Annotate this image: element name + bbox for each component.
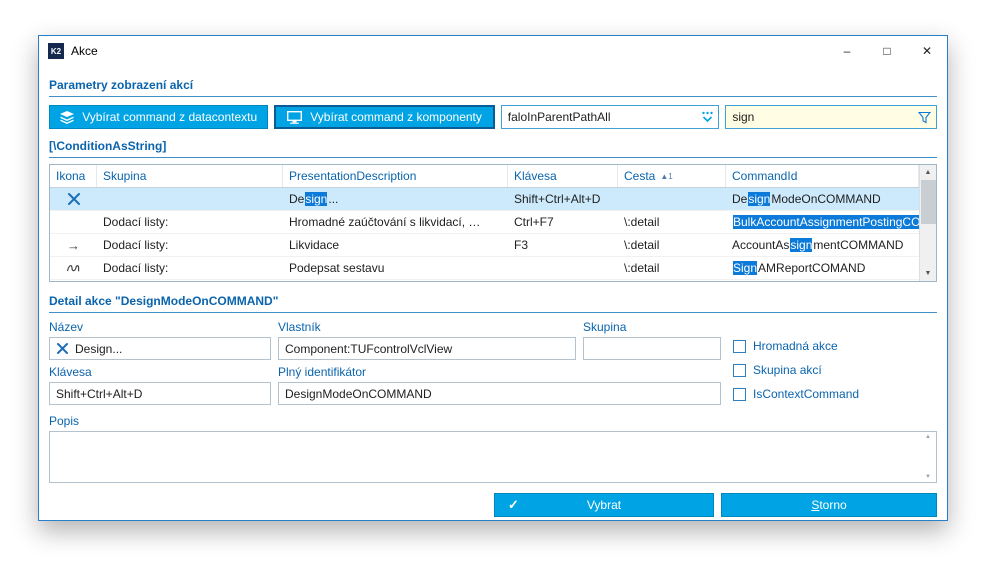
cell-cesta: \:detail bbox=[624, 261, 660, 275]
cell-commandid: De sign ModeOnCOMMAND bbox=[732, 192, 881, 206]
check-icon: ✓ bbox=[508, 497, 519, 512]
checkbox-label: IsContextCommand bbox=[753, 387, 860, 401]
checkbox-box[interactable] bbox=[733, 387, 746, 401]
scrollbar-up-arrow[interactable]: ▲ bbox=[920, 165, 936, 180]
cell-presentation: Hromadné zaúčtování s likvidací, … bbox=[289, 215, 481, 229]
cell-skupina bbox=[97, 188, 283, 210]
close-button[interactable]: ✕ bbox=[907, 36, 947, 66]
checkbox-iscontextcommand[interactable]: IsContextCommand bbox=[733, 387, 859, 401]
checkbox-label: Hromadná akce bbox=[753, 339, 838, 353]
vlastnik-label: Vlastník bbox=[278, 320, 321, 334]
sort-ascending-icon: ▲ 1 bbox=[660, 171, 673, 181]
empty-icon bbox=[50, 211, 97, 233]
plny-identifikator-label: Plný identifikátor bbox=[278, 365, 367, 379]
monitor-icon bbox=[287, 110, 303, 124]
checkbox-hromadna-akce[interactable]: Hromadná akce bbox=[733, 339, 859, 353]
section-title-detail: Detail akce "DesignModeOnCOMMAND" bbox=[49, 294, 937, 313]
cell-skupina: Dodací listy: bbox=[103, 238, 169, 252]
design-mode-icon bbox=[56, 343, 69, 354]
storno-button[interactable]: Storno bbox=[721, 493, 937, 517]
column-header-commandid[interactable]: CommandId bbox=[726, 165, 919, 187]
table-row[interactable]: De sign... Shift+Ctrl+Alt+D De sign ModeOnC… bbox=[50, 188, 919, 211]
scrollbar-thumb[interactable] bbox=[920, 180, 936, 224]
cell-cesta bbox=[618, 188, 726, 210]
popis-label: Popis bbox=[49, 414, 80, 428]
table-scrollbar[interactable]: ▲ ▼ bbox=[919, 165, 936, 281]
skupina-field[interactable] bbox=[583, 337, 721, 360]
vlastnik-field[interactable]: Component:TUFcontrolVclView bbox=[278, 337, 576, 360]
checkbox-box[interactable] bbox=[733, 339, 746, 353]
window-title: Akce bbox=[71, 44, 98, 58]
search-input[interactable]: sign bbox=[732, 110, 918, 124]
klavesa-label: Klávesa bbox=[49, 365, 92, 379]
table-row[interactable]: → Dodací listy: Likvidace F3 \:detail Ac… bbox=[50, 234, 919, 257]
section-title-params: Parametry zobrazení akcí bbox=[49, 78, 937, 97]
select-command-datacontext-button[interactable]: Vybírat command z datacontextu bbox=[49, 105, 269, 129]
table-header-row: Ikona Skupina PresentationDescription Kl… bbox=[50, 165, 919, 188]
button-label: Vybírat command z komponenty bbox=[310, 110, 482, 124]
cell-klavesa: Shift+Ctrl+Alt+D bbox=[514, 192, 601, 206]
cell-skupina: Dodací listy: bbox=[103, 261, 169, 275]
cell-klavesa bbox=[508, 257, 618, 279]
klavesa-field[interactable]: Shift+Ctrl+Alt+D bbox=[49, 382, 271, 405]
cell-commandid: AccountAs sign mentCOMMAND bbox=[732, 238, 904, 252]
popis-textarea[interactable]: ▲ ▼ bbox=[49, 431, 937, 483]
akce-dialog: K2 Akce – □ ✕ Parametry zobrazení akcí V… bbox=[38, 35, 948, 521]
column-header-ikona[interactable]: Ikona bbox=[50, 165, 97, 187]
section-title-condition: [\ConditionAsString] bbox=[49, 139, 937, 158]
cell-klavesa: F3 bbox=[514, 238, 529, 252]
cell-cesta: \:detail bbox=[624, 215, 660, 229]
vybrat-button[interactable]: ✓ Vybrat bbox=[494, 493, 714, 517]
nazev-field[interactable]: Design... bbox=[49, 337, 271, 360]
select-command-component-button[interactable]: Vybírat command z komponenty bbox=[274, 105, 495, 129]
button-label: Vybrat bbox=[586, 498, 622, 512]
filter-icon[interactable] bbox=[918, 111, 931, 124]
column-header-skupina[interactable]: Skupina bbox=[97, 165, 283, 187]
popis-scroll-down-icon[interactable]: ▼ bbox=[922, 474, 934, 480]
button-label: Storno bbox=[811, 498, 847, 512]
cell-presentation: De sign... bbox=[289, 192, 339, 206]
cell-presentation: Podepsat sestavu bbox=[289, 261, 385, 275]
cell-commandid: BulkAccountAssignmentPostingCO… bbox=[726, 211, 919, 233]
dropdown-icon[interactable] bbox=[700, 110, 715, 124]
checkbox-skupina-akci[interactable]: Skupina akcí bbox=[733, 363, 859, 377]
app-icon: K2 bbox=[48, 43, 64, 59]
table-row[interactable]: Dodací listy: Podepsat sestavu \:detail … bbox=[50, 257, 919, 280]
checkbox-label: Skupina akcí bbox=[753, 363, 822, 377]
layers-icon bbox=[60, 110, 75, 124]
skupina-label: Skupina bbox=[583, 320, 627, 334]
condition-path-combo[interactable]: faloInParentPathAll bbox=[500, 105, 720, 129]
title-bar[interactable]: K2 Akce – □ ✕ bbox=[39, 36, 947, 66]
scrollbar-down-arrow[interactable]: ▼ bbox=[920, 266, 936, 281]
cell-commandid: Sign AMReportCOMAND bbox=[733, 261, 866, 275]
cell-presentation: Likvidace bbox=[289, 238, 340, 252]
signature-icon bbox=[50, 257, 97, 279]
column-header-cesta[interactable]: Cesta ▲ 1 bbox=[618, 165, 726, 187]
actions-table: Ikona Skupina PresentationDescription Kl… bbox=[49, 164, 937, 282]
combo-value: faloInParentPathAll bbox=[507, 110, 611, 124]
column-header-presentation[interactable]: PresentationDescription bbox=[283, 165, 508, 187]
arrow-right-icon: → bbox=[67, 237, 80, 253]
plny-identifikator-field[interactable]: DesignModeOnCOMMAND bbox=[278, 382, 721, 405]
nazev-label: Název bbox=[49, 320, 84, 334]
cell-klavesa: Ctrl+F7 bbox=[514, 215, 554, 229]
button-label: Vybírat command z datacontextu bbox=[82, 110, 258, 124]
checkbox-box[interactable] bbox=[733, 363, 746, 377]
maximize-button[interactable]: □ bbox=[867, 36, 907, 66]
table-row[interactable]: Dodací listy: Hromadné zaúčtování s likv… bbox=[50, 211, 919, 234]
cell-cesta: \:detail bbox=[624, 238, 660, 252]
popis-scroll-up-icon[interactable]: ▲ bbox=[922, 434, 934, 440]
search-box[interactable]: sign bbox=[725, 105, 937, 129]
cell-skupina: Dodací listy: bbox=[103, 215, 169, 229]
minimize-button[interactable]: – bbox=[827, 36, 867, 66]
column-header-klavesa[interactable]: Klávesa bbox=[508, 165, 618, 187]
design-mode-icon bbox=[50, 188, 97, 210]
